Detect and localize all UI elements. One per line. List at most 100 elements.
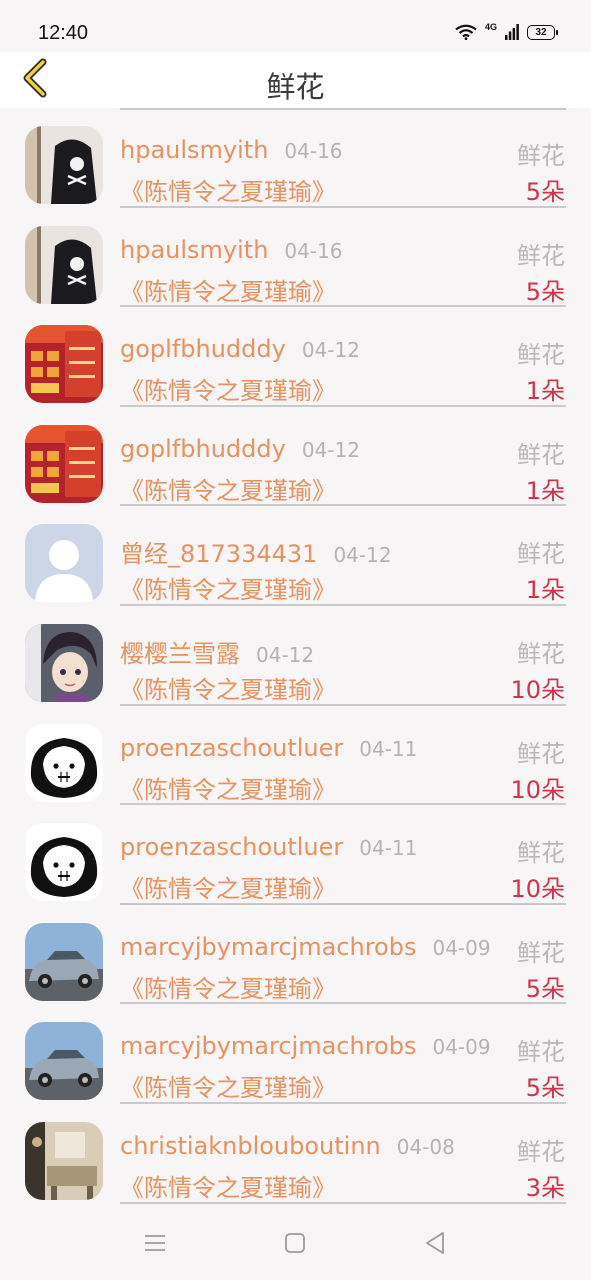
username: goplfbhudddy 04-12 bbox=[120, 435, 360, 463]
username-text: goplfbhudddy bbox=[120, 434, 286, 463]
flower-gift-list[interactable]: hpaulsmyith 04-16 《陈情令之夏瑾瑜》 鲜花 5朵 hpauls… bbox=[0, 108, 591, 1208]
book-title[interactable]: 《陈情令之夏瑾瑜》 bbox=[120, 570, 336, 605]
gift-count: 3朵 bbox=[525, 1174, 565, 1202]
system-nav-bar bbox=[0, 1208, 591, 1280]
list-item[interactable]: hpaulsmyith 04-16 《陈情令之夏瑾瑜》 鲜花 5朵 bbox=[0, 108, 591, 208]
gift-count: 1朵 bbox=[525, 576, 565, 605]
php-poster-avatar[interactable] bbox=[25, 424, 103, 503]
gift-count: 5朵 bbox=[525, 1074, 565, 1103]
gift-type: 鲜花 bbox=[517, 540, 565, 569]
signal-icon bbox=[505, 24, 519, 40]
gift-type: 鲜花 bbox=[517, 1038, 565, 1067]
header-bar: 鲜花 bbox=[0, 52, 591, 108]
list-item[interactable]: marcyjbymarcjmachrobs 04-09 《陈情令之夏瑾瑜》 鲜花… bbox=[0, 1004, 591, 1104]
wifi-icon bbox=[455, 24, 477, 40]
date: 04-11 bbox=[359, 736, 418, 761]
car-photo-avatar[interactable] bbox=[25, 922, 103, 1001]
username-text: 曾经_817334431 bbox=[120, 540, 318, 569]
back-nav-button[interactable] bbox=[422, 1232, 448, 1258]
default-person-avatar[interactable] bbox=[25, 524, 103, 603]
username-text: 樱樱兰雪露 bbox=[120, 640, 240, 668]
username: 樱樱兰雪露 04-12 bbox=[120, 634, 314, 669]
username: 曾经_817334431 04-12 bbox=[120, 534, 392, 569]
list-item[interactable]: proenzaschoutluer 04-11 《陈情令之夏瑾瑜》 鲜花 10朵 bbox=[0, 706, 591, 806]
book-title[interactable]: 《陈情令之夏瑾瑜》 bbox=[120, 969, 336, 1004]
username: hpaulsmyith 04-16 bbox=[120, 236, 343, 264]
username: christiaknblouboutinn 04-08 bbox=[120, 1132, 455, 1160]
book-title[interactable]: 《陈情令之夏瑾瑜》 bbox=[120, 770, 336, 805]
gift-type: 鲜花 bbox=[517, 440, 565, 469]
username-text: proenzaschoutluer bbox=[120, 733, 344, 762]
gift-type: 鲜花 bbox=[517, 739, 565, 768]
cartoon-face-avatar[interactable] bbox=[25, 823, 103, 902]
network-label: 4G bbox=[484, 22, 497, 32]
gift-count: 5朵 bbox=[525, 178, 565, 206]
date: 04-08 bbox=[396, 1135, 455, 1159]
gift-type: 鲜花 bbox=[517, 640, 565, 668]
book-title[interactable]: 《陈情令之夏瑾瑜》 bbox=[120, 371, 336, 406]
gift-count: 10朵 bbox=[510, 676, 565, 704]
username: marcyjbymarcjmachrobs 04-09 bbox=[120, 933, 491, 961]
list-item[interactable]: hpaulsmyith 04-16 《陈情令之夏瑾瑜》 鲜花 5朵 bbox=[0, 208, 591, 308]
book-title[interactable]: 《陈情令之夏瑾瑜》 bbox=[120, 272, 336, 307]
username-text: hpaulsmyith bbox=[120, 136, 269, 164]
status-icons: 4G 32 bbox=[455, 22, 558, 40]
book-title[interactable]: 《陈情令之夏瑾瑜》 bbox=[120, 670, 336, 705]
gift-type: 鲜花 bbox=[517, 241, 565, 270]
date: 04-12 bbox=[301, 338, 360, 363]
list-item[interactable]: goplfbhudddy 04-12 《陈情令之夏瑾瑜》 鲜花 1朵 bbox=[0, 307, 591, 407]
battery-icon: 32 bbox=[527, 24, 558, 40]
gift-type: 鲜花 bbox=[517, 142, 565, 170]
username: proenzaschoutluer 04-11 bbox=[120, 833, 417, 861]
car-photo-avatar[interactable] bbox=[25, 1022, 103, 1101]
username: goplfbhudddy 04-12 bbox=[120, 335, 360, 363]
status-time: 12:40 bbox=[38, 22, 89, 44]
gift-count: 10朵 bbox=[510, 875, 565, 904]
list-item[interactable]: 樱樱兰雪露 04-12 《陈情令之夏瑾瑜》 鲜花 10朵 bbox=[0, 606, 591, 706]
date: 04-12 bbox=[333, 543, 392, 568]
status-bar: 12:40 4G 32 bbox=[0, 0, 591, 52]
username-text: marcyjbymarcjmachrobs bbox=[120, 932, 417, 961]
list-item[interactable]: christiaknblouboutinn 04-08 《陈情令之夏瑾瑜》 鲜花… bbox=[0, 1104, 591, 1204]
date: 04-09 bbox=[432, 1035, 491, 1060]
gift-type: 鲜花 bbox=[517, 938, 565, 967]
anime-character-avatar[interactable] bbox=[25, 624, 103, 702]
php-poster-avatar[interactable] bbox=[25, 325, 103, 404]
gift-count: 1朵 bbox=[525, 377, 565, 406]
list-item[interactable]: 曾经_817334431 04-12 《陈情令之夏瑾瑜》 鲜花 1朵 bbox=[0, 506, 591, 606]
date: 04-16 bbox=[284, 238, 343, 263]
home-button[interactable] bbox=[282, 1232, 308, 1258]
date: 04-12 bbox=[301, 437, 360, 462]
username: hpaulsmyith 04-16 bbox=[120, 136, 343, 164]
date: 04-11 bbox=[359, 836, 418, 861]
username-text: proenzaschoutluer bbox=[120, 833, 344, 862]
book-title[interactable]: 《陈情令之夏瑾瑜》 bbox=[120, 471, 336, 506]
triangle-back-icon bbox=[424, 1231, 446, 1259]
list-item[interactable]: goplfbhudddy 04-12 《陈情令之夏瑾瑜》 鲜花 1朵 bbox=[0, 407, 591, 507]
gift-count: 5朵 bbox=[525, 974, 565, 1003]
cartoon-face-avatar[interactable] bbox=[25, 723, 103, 802]
book-title[interactable]: 《陈情令之夏瑾瑜》 bbox=[120, 1068, 336, 1103]
skull-shirt-avatar[interactable] bbox=[25, 225, 103, 304]
username-text: marcyjbymarcjmachrobs bbox=[120, 1032, 417, 1061]
book-title[interactable]: 《陈情令之夏瑾瑜》 bbox=[120, 1168, 336, 1203]
skull-shirt-avatar[interactable] bbox=[25, 126, 103, 204]
divider bbox=[120, 1201, 566, 1204]
book-title[interactable]: 《陈情令之夏瑾瑜》 bbox=[120, 172, 336, 207]
gift-type: 鲜花 bbox=[517, 341, 565, 370]
menu-icon bbox=[143, 1233, 167, 1257]
room-photo-avatar[interactable] bbox=[25, 1122, 103, 1200]
book-title[interactable]: 《陈情令之夏瑾瑜》 bbox=[120, 869, 336, 904]
list-item[interactable]: proenzaschoutluer 04-11 《陈情令之夏瑾瑜》 鲜花 10朵 bbox=[0, 805, 591, 905]
gift-count: 1朵 bbox=[525, 476, 565, 505]
username: marcyjbymarcjmachrobs 04-09 bbox=[120, 1032, 491, 1060]
menu-button[interactable] bbox=[142, 1232, 168, 1258]
gift-count: 5朵 bbox=[525, 277, 565, 306]
home-icon bbox=[284, 1232, 306, 1258]
date: 04-12 bbox=[256, 643, 315, 667]
gift-count: 10朵 bbox=[510, 775, 565, 804]
username: proenzaschoutluer 04-11 bbox=[120, 734, 417, 762]
page-title: 鲜花 bbox=[266, 70, 325, 104]
username-text: christiaknblouboutinn bbox=[120, 1132, 381, 1160]
list-item[interactable]: marcyjbymarcjmachrobs 04-09 《陈情令之夏瑾瑜》 鲜花… bbox=[0, 905, 591, 1005]
